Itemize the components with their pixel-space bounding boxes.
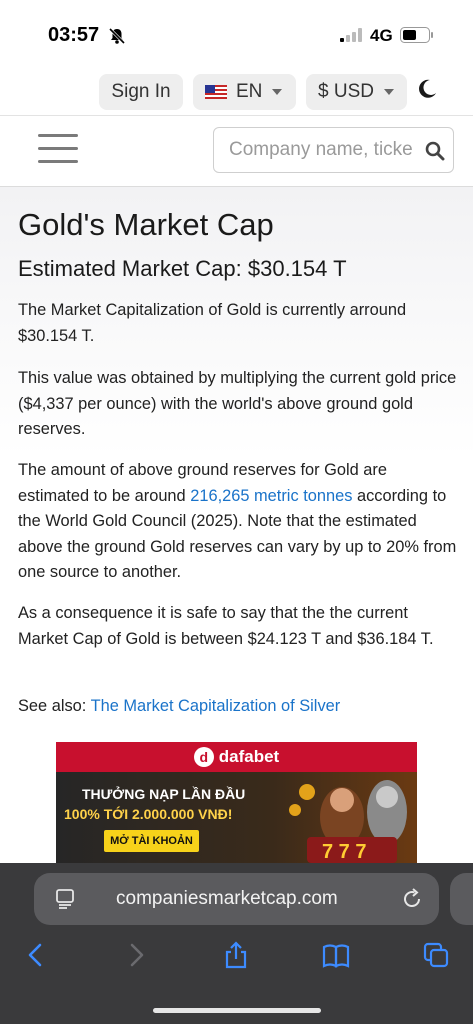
- forward-arrow-icon[interactable]: [122, 941, 150, 969]
- reserves-paragraph: The amount of above ground reserves for …: [18, 458, 458, 586]
- status-bar: 03:57 4G: [0, 0, 473, 66]
- range-paragraph: As a consequence it is safe to say that …: [18, 604, 434, 648]
- address-bar[interactable]: companiesmarketcap.com: [34, 873, 439, 925]
- ad-offer: 100% TỚI 2.000.000 VNĐ!: [64, 806, 233, 822]
- home-indicator: [153, 1008, 321, 1013]
- ad-cta-label: MỞ TÀI KHOẢN: [110, 835, 193, 847]
- see-also-prefix: See also:: [18, 697, 91, 715]
- chevron-down-icon: [383, 89, 394, 95]
- reload-icon[interactable]: [401, 888, 423, 910]
- bookmarks-icon[interactable]: [322, 941, 350, 969]
- currency-label: $ USD: [318, 81, 374, 102]
- search-input[interactable]: [214, 128, 414, 172]
- cellular-signal-icon: [340, 28, 362, 42]
- next-tab-preview[interactable]: [450, 873, 473, 925]
- advertisement-banner[interactable]: d dafabet THƯỞNG NẠP LẦN ĐẦU 100% TỚI 2.…: [56, 742, 417, 863]
- intro-paragraph: The Market Capitalization of Gold is cur…: [18, 301, 407, 345]
- browser-toolbar: companiesmarketcap.com: [0, 863, 473, 1024]
- method-paragraph: This value was obtained by multiplying t…: [18, 369, 457, 438]
- us-flag-icon: [205, 85, 227, 99]
- navbar: [0, 117, 473, 187]
- main-content: Gold's Market Cap Estimated Market Cap: …: [0, 187, 473, 863]
- share-icon[interactable]: [222, 941, 250, 969]
- sign-in-button[interactable]: Sign In: [99, 74, 183, 110]
- bell-off-icon: [108, 27, 126, 45]
- tabs-icon[interactable]: [422, 941, 450, 969]
- back-arrow-icon[interactable]: [22, 941, 50, 969]
- network-type: 4G: [370, 26, 393, 45]
- ad-body: THƯỞNG NẠP LẦN ĐẦU 100% TỚI 2.000.000 VN…: [56, 772, 417, 863]
- search-icon[interactable]: [425, 141, 445, 161]
- battery-icon: [400, 27, 433, 43]
- status-time: 03:57: [48, 24, 100, 46]
- search-box: [213, 127, 454, 173]
- reader-mode-icon[interactable]: [54, 888, 76, 910]
- metric-tonnes-link[interactable]: 216,265 metric tonnes: [190, 487, 352, 505]
- menu-hamburger-icon[interactable]: [38, 134, 78, 164]
- dafabet-logo-icon: d: [193, 747, 214, 767]
- ad-brand: dafabet: [218, 747, 280, 766]
- url-text: companiesmarketcap.com: [116, 888, 338, 909]
- settings-bar: Sign In EN $ USD: [0, 66, 473, 116]
- ad-header: d dafabet: [56, 742, 417, 772]
- chevron-down-icon: [272, 89, 283, 95]
- sign-in-label: Sign In: [111, 81, 171, 102]
- ad-headline: THƯỞNG NẠP LẦN ĐẦU: [82, 786, 246, 802]
- dark-mode-moon-icon[interactable]: [416, 78, 438, 100]
- language-selector[interactable]: EN: [193, 74, 296, 110]
- ad-cta-button[interactable]: MỞ TÀI KHOẢN: [104, 830, 199, 852]
- currency-selector[interactable]: $ USD: [306, 74, 407, 110]
- see-also: See also: The Market Capitalization of S…: [18, 694, 458, 720]
- silver-market-cap-link[interactable]: The Market Capitalization of Silver: [91, 697, 341, 715]
- page-title: Gold's Market Cap: [18, 207, 274, 242]
- language-label: EN: [236, 81, 263, 102]
- market-cap-subtitle: Estimated Market Cap: $30.154 T: [18, 256, 347, 281]
- svg-text:7 7 7: 7 7 7: [322, 841, 366, 863]
- ad-casino-art: 7 7 7: [289, 780, 407, 863]
